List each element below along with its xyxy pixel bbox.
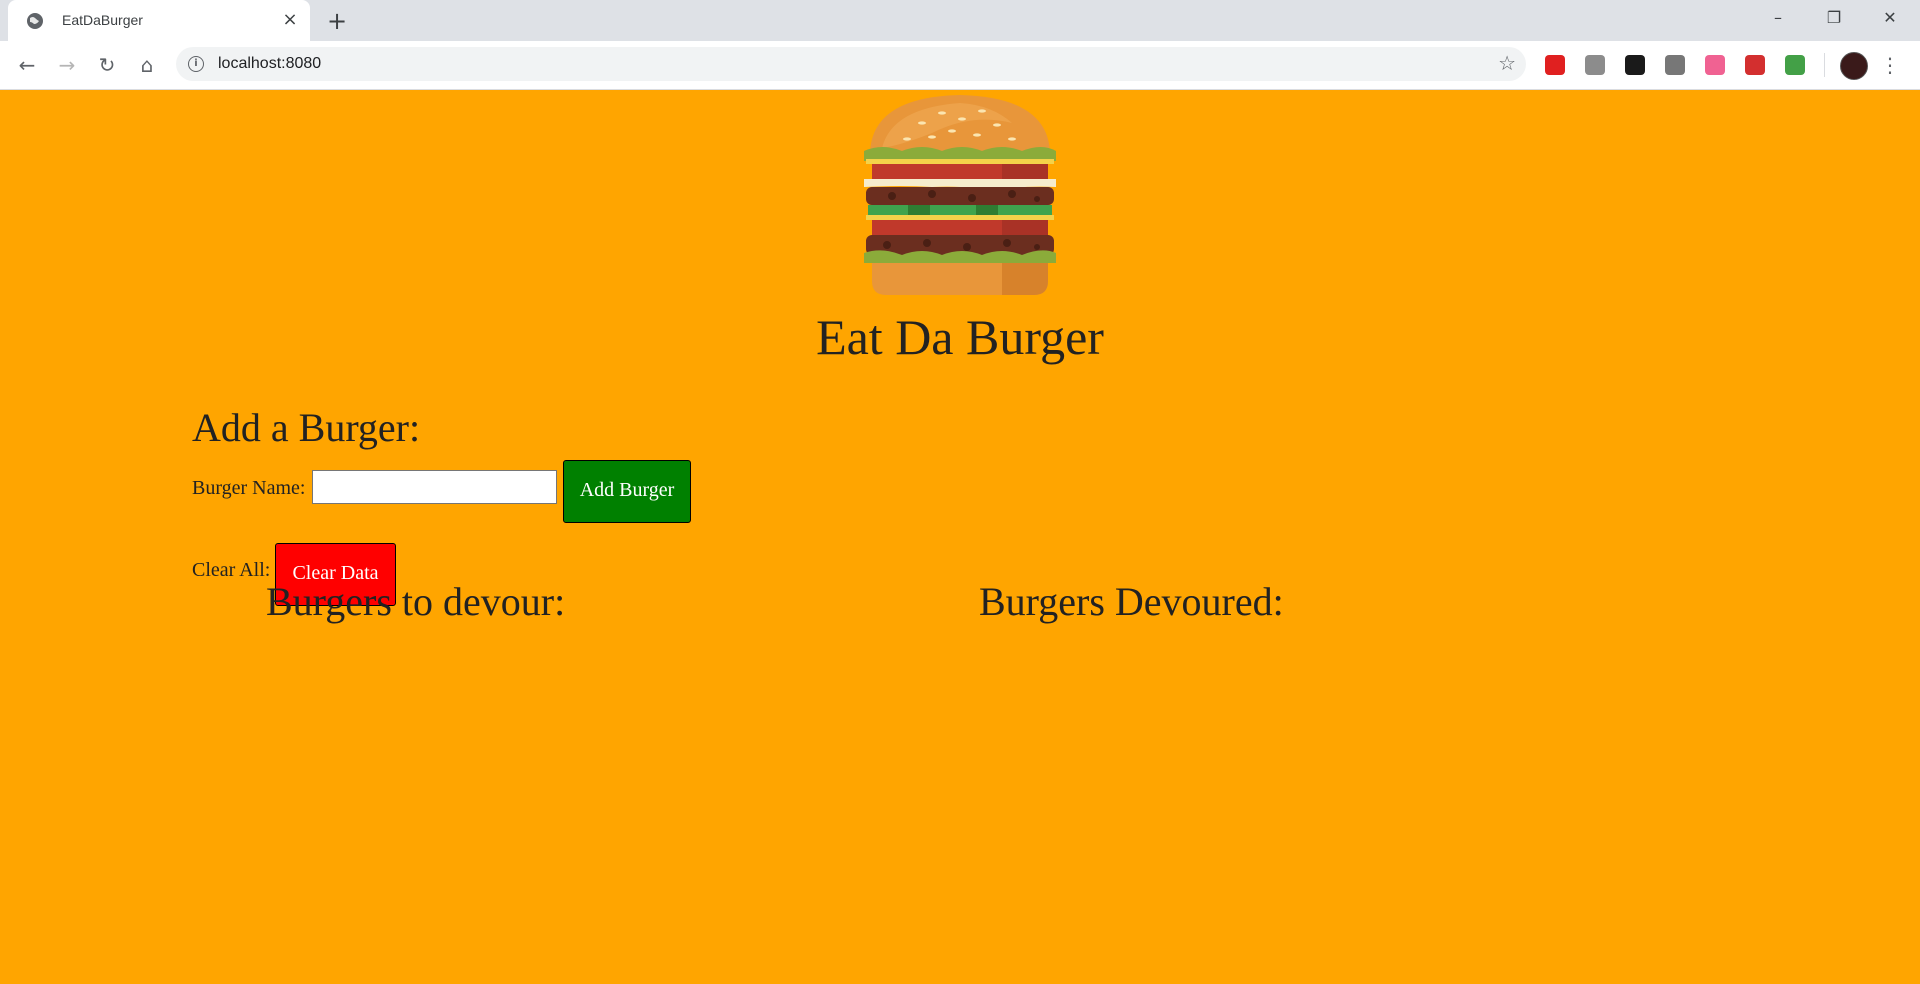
home-icon[interactable]: ⌂ bbox=[133, 51, 161, 79]
burger-name-input[interactable] bbox=[312, 470, 557, 504]
address-bar[interactable]: i localhost:8080 ☆ bbox=[176, 47, 1526, 81]
reload-icon[interactable]: ↻ bbox=[93, 51, 121, 79]
burgers-devoured-heading: Burgers Devoured: bbox=[979, 579, 1284, 624]
browser-tab[interactable]: EatDaBurger × bbox=[8, 0, 310, 41]
burger-logo-icon bbox=[864, 95, 1056, 295]
blackberry-icon[interactable] bbox=[1625, 55, 1645, 75]
site-info-icon[interactable]: i bbox=[188, 56, 204, 72]
tab-title: EatDaBurger bbox=[62, 12, 143, 28]
toolbar-separator bbox=[1824, 53, 1825, 77]
url-text[interactable]: localhost:8080 bbox=[218, 55, 321, 73]
forward-icon[interactable]: → bbox=[53, 51, 81, 79]
back-icon[interactable]: ← bbox=[13, 51, 41, 79]
restore-icon[interactable]: ❐ bbox=[1806, 0, 1862, 38]
tab-close-icon[interactable]: × bbox=[280, 10, 300, 30]
colorful-extension-icon[interactable] bbox=[1785, 55, 1805, 75]
globe-icon bbox=[27, 13, 43, 29]
page-content: Eat Da Burger Add a Burger: Burger Name:… bbox=[0, 90, 1920, 984]
browser-menu-icon[interactable]: ⋮ bbox=[1880, 51, 1900, 79]
burgers-to-devour-heading: Burgers to devour: bbox=[266, 579, 566, 624]
browser-toolbar: ← → ↻ ⌂ i localhost:8080 ☆ ⋮ bbox=[0, 41, 1920, 90]
clear-all-label: Clear All: bbox=[192, 559, 271, 581]
minimize-icon[interactable]: – bbox=[1750, 0, 1806, 38]
page-title: Eat Da Burger bbox=[816, 309, 1104, 365]
adblock-icon[interactable] bbox=[1545, 55, 1565, 75]
cast-pink-icon[interactable] bbox=[1705, 55, 1725, 75]
browser-tab-bar: EatDaBurger × + – ❐ ✕ bbox=[0, 0, 1920, 41]
add-burger-button[interactable]: Add Burger bbox=[563, 460, 691, 523]
drive-icon[interactable] bbox=[1585, 55, 1605, 75]
add-burger-heading: Add a Burger: bbox=[192, 405, 421, 450]
window-close-icon[interactable]: ✕ bbox=[1862, 0, 1918, 38]
bookmark-star-icon[interactable]: ☆ bbox=[1498, 51, 1516, 75]
extension-gray-icon[interactable] bbox=[1665, 55, 1685, 75]
new-tab-icon[interactable]: + bbox=[324, 8, 350, 34]
profile-avatar[interactable] bbox=[1840, 52, 1868, 80]
pocket-icon[interactable] bbox=[1745, 55, 1765, 75]
burger-name-label: Burger Name: bbox=[192, 477, 306, 499]
